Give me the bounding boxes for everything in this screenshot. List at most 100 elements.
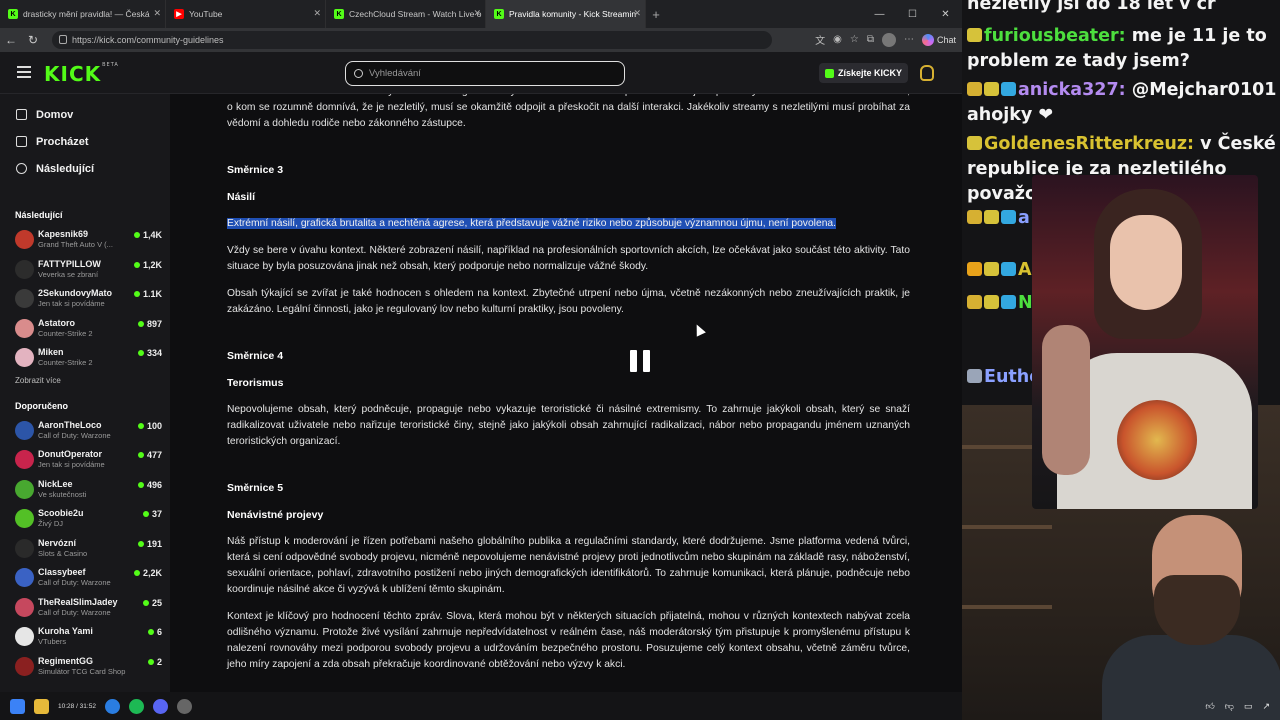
translate-icon[interactable]: 文 xyxy=(815,32,825,47)
chat-username[interactable]: anicka327: xyxy=(1018,80,1126,100)
channel-category: Grand Theft Auto V (... xyxy=(38,240,113,249)
section-5-paragraph: Kontext je klíčový pro hodnocení těchto … xyxy=(227,611,910,670)
nav-label: Domov xyxy=(36,108,74,121)
maximize-icon[interactable]: ☐ xyxy=(896,0,929,28)
channel-category: Call of Duty: Warzone xyxy=(38,578,111,587)
close-window-icon[interactable]: ✕ xyxy=(929,0,962,28)
sidebar-channel[interactable]: AaronTheLoco Call of Duty: Warzone 100 xyxy=(0,417,170,447)
user-avatar[interactable] xyxy=(920,65,934,81)
sidebar-channel[interactable]: FATTYPILLOW Veverka se zbraní 1,2K xyxy=(0,256,170,286)
chat-badge-icon xyxy=(967,369,982,383)
channel-avatar xyxy=(15,230,34,249)
sidebar-channel[interactable]: RegimentGG Simulátor TCG Card Shop 2 xyxy=(0,653,170,683)
extensions-icon[interactable]: ⧉ xyxy=(867,34,874,45)
comment-icon[interactable]: ▭ xyxy=(1244,701,1253,712)
profile-avatar[interactable] xyxy=(881,32,896,47)
hamburger-menu-icon[interactable] xyxy=(17,66,31,81)
chat-message: nezletilý jsi do 18 let v čr xyxy=(967,0,1277,17)
guest-face xyxy=(1110,215,1182,310)
close-icon[interactable]: ✕ xyxy=(153,8,161,19)
chat-username[interactable]: furiousbeater: xyxy=(984,26,1126,46)
viewer-count: 334 xyxy=(137,348,162,358)
sidebar-channel[interactable]: Scoobie2u Živý DJ 37 xyxy=(0,505,170,535)
tab-bar: K drasticky mění pravidla! — Česká ✕ ▶ Y… xyxy=(0,0,962,28)
favorite-icon[interactable]: ☆ xyxy=(850,34,859,45)
new-tab-button[interactable]: + xyxy=(646,0,666,28)
guest-webcam xyxy=(1032,175,1258,509)
section-4-title: Směrnice 4 xyxy=(227,350,284,362)
nav-following[interactable]: Následující xyxy=(0,155,170,182)
start-icon[interactable] xyxy=(10,698,25,714)
sidebar-channel[interactable]: Nervózní Slots & Casino 191 xyxy=(0,535,170,565)
channel-category: Jen tak si povídáme xyxy=(38,460,105,469)
close-icon[interactable]: ✕ xyxy=(633,8,641,19)
close-icon[interactable]: ✕ xyxy=(473,8,481,19)
chat-username[interactable]: GoldenesRitterkreuz: xyxy=(984,134,1194,154)
sidebar-channel[interactable]: 2SekundovyMato Jen tak si povídáme 1.1K xyxy=(0,285,170,315)
channel-category: Slots & Casino xyxy=(38,548,88,558)
viewer-count-text: 477 xyxy=(146,450,162,460)
guidelines-article: Nekontrolované interakce s nezletilými n… xyxy=(227,94,910,684)
viewer-count: 897 xyxy=(137,319,162,329)
tab-2[interactable]: ▶ YouTube ✕ xyxy=(166,0,326,28)
back-icon[interactable]: ← xyxy=(0,33,22,47)
copilot-chat-button[interactable]: Chat xyxy=(921,33,956,46)
intro-paragraph: Nekontrolované interakce s nezletilými n… xyxy=(227,94,910,129)
discord-icon[interactable] xyxy=(152,698,168,714)
nav-label: Následující xyxy=(36,162,95,175)
channel-category: Veverka se zbraní xyxy=(38,269,99,279)
tab-1[interactable]: K drasticky mění pravidla! — Česká ✕ xyxy=(0,0,166,28)
viewer-count-text: 496 xyxy=(146,479,162,490)
nav-home[interactable]: Domov xyxy=(0,101,170,128)
sidebar-channel[interactable]: TheRealSlimJadey Call of Duty: Warzone 25 xyxy=(0,594,170,624)
sidebar: Domov Procházet Následující Následující … xyxy=(0,94,170,692)
sidebar-channel[interactable]: DonutOperator Jen tak si povídáme 477 xyxy=(0,446,170,476)
nav-browse[interactable]: Procházet xyxy=(0,128,170,155)
viewer-count: 2 xyxy=(147,656,162,667)
chat-username[interactable]: A xyxy=(1018,260,1032,280)
bookshelf xyxy=(962,605,1052,609)
url-field[interactable]: https://kick.com/community-guidelines xyxy=(52,31,772,49)
minimize-icon[interactable]: — xyxy=(863,0,896,28)
reload-icon[interactable]: ↻ xyxy=(22,33,44,47)
lock-icon xyxy=(59,35,67,44)
sidebar-channel[interactable]: Classybeef Call of Duty: Warzone 2,2K xyxy=(0,564,170,594)
address-bar: ← ↻ https://kick.com/community-guideline… xyxy=(0,28,962,52)
edge-icon[interactable] xyxy=(104,698,120,714)
close-icon[interactable]: ✕ xyxy=(313,8,321,19)
show-more-link[interactable]: Zobrazit více xyxy=(0,376,170,385)
kicky-icon xyxy=(825,68,834,78)
more-icon[interactable]: ⋯ xyxy=(904,34,914,45)
spotify-icon[interactable] xyxy=(128,698,144,714)
get-kicky-button[interactable]: Získejte KICKY xyxy=(819,63,909,83)
channel-category: Call of Duty: Warzone xyxy=(38,430,111,440)
reader-icon[interactable]: ◉ xyxy=(833,34,842,45)
tab-4-active[interactable]: K Pravidla komunity - Kick Streamin ✕ xyxy=(486,0,646,28)
share-icon[interactable]: ↗ xyxy=(1262,701,1270,712)
viewer-count-text: 37 xyxy=(151,509,162,519)
channel-avatar xyxy=(15,656,34,676)
section-4-subtitle: Terorismus xyxy=(227,377,284,389)
tab-3[interactable]: K CzechCloud Stream - Watch Live o ✕ xyxy=(326,0,486,28)
viewer-count: 496 xyxy=(137,479,162,490)
sidebar-channel[interactable]: Kapesnik69 Grand Theft Auto V (... 1,4K xyxy=(0,226,170,256)
sidebar-channel[interactable]: Astatoro Counter-Strike 2 897 xyxy=(0,315,170,345)
dislike-icon[interactable]: 👎︎ xyxy=(1225,701,1234,712)
settings-icon[interactable] xyxy=(176,698,192,714)
recommended-heading: Doporučeno xyxy=(15,400,68,411)
section-5-paragraph: Náš přístup k moderování je řízen potřeb… xyxy=(227,536,910,595)
like-icon[interactable]: 👍︎ xyxy=(1205,701,1214,712)
sidebar-channel[interactable]: Kuroha Yami VTubers 6 xyxy=(0,623,170,653)
pause-icon[interactable] xyxy=(630,350,650,372)
sidebar-channel[interactable]: Miken Counter-Strike 2 334 xyxy=(0,344,170,374)
viewer-count-text: 2 xyxy=(156,656,162,667)
sidebar-channel[interactable]: NickLee Ve skutečnosti 496 xyxy=(0,476,170,506)
viewer-count-text: 191 xyxy=(146,538,162,549)
chat-username[interactable]: N xyxy=(1018,293,1033,313)
kick-logo[interactable]: KICKBETA xyxy=(44,62,119,86)
chat-username[interactable]: a xyxy=(1018,208,1030,228)
viewer-count-text: 1.1K xyxy=(142,289,162,299)
search-input[interactable]: Vyhledávání xyxy=(345,61,625,86)
folder-icon[interactable] xyxy=(34,698,49,714)
section-5-title: Směrnice 5 xyxy=(227,482,284,494)
